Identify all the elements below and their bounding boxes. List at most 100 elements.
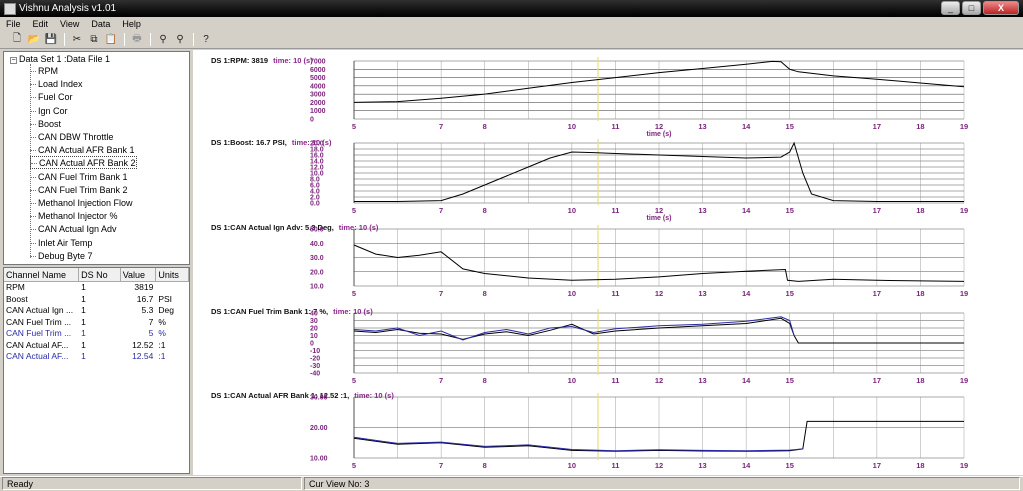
x-tick-label: 19 (960, 376, 968, 385)
y-tick-label: 20 (310, 326, 318, 333)
tree-item[interactable]: Methanol Injector % (30, 209, 118, 222)
col-value[interactable]: Value (121, 268, 157, 281)
channel-tree[interactable]: − Data Set 1 :Data File 1 RPM Load Index Fu… (3, 51, 190, 265)
chart-panel[interactable]: DS 1:CAN Actual Ign Adv: 5.3 Deg, time: 1… (211, 223, 968, 298)
copy-icon[interactable]: ⧉ (86, 33, 102, 47)
col-units[interactable]: Units (156, 268, 190, 281)
maximize-button[interactable]: □ (962, 1, 981, 15)
x-tick-label: 10 (568, 289, 576, 298)
save-icon[interactable]: 💾 (43, 33, 59, 47)
chart-title-text: DS 1:Boost: 16.7 PSI, (211, 138, 287, 147)
x-tick-label: 13 (698, 122, 706, 131)
y-tick-label: 40.0 (310, 241, 324, 248)
x-tick-label: 12 (655, 376, 663, 385)
cut-icon[interactable]: ✂ (69, 33, 85, 47)
menu-edit[interactable]: Edit (27, 19, 55, 29)
tree-item[interactable]: CAN Actual AFR Bank 2 (30, 156, 137, 170)
table-row[interactable]: CAN Actual Ign ... 1 5.3 Deg (4, 305, 189, 317)
x-tick-label: 13 (698, 376, 706, 385)
tree-item[interactable]: Inlet Air Temp (30, 236, 92, 249)
x-tick-label: 10 (568, 122, 576, 131)
tree-item[interactable]: Load Index (30, 77, 83, 90)
close-button[interactable]: X (983, 1, 1019, 15)
x-tick-label: 7 (439, 122, 443, 131)
tree-item[interactable]: Fuel Cor (30, 90, 73, 103)
x-tick-label: 8 (483, 461, 487, 470)
tree-item[interactable]: CAN Fuel Trim Bank 2 (30, 183, 128, 196)
table-row[interactable]: CAN Fuel Trim ... 1 7% (4, 317, 189, 329)
y-tick-label: 0 (310, 341, 314, 348)
collapse-icon[interactable]: − (10, 57, 17, 64)
zoom-in-icon[interactable]: ⚲ (155, 33, 171, 47)
help-icon[interactable]: ? (198, 33, 214, 47)
menu-help[interactable]: Help (116, 19, 147, 29)
chart-panel[interactable]: DS 1:CAN Actual AFR Bank 1: 12.52 :1, tim… (211, 391, 968, 470)
toolbar-separator (124, 33, 125, 46)
x-tick-label: 14 (742, 461, 751, 470)
minimize-button[interactable]: _ (941, 1, 960, 15)
x-tick-label: 8 (483, 289, 487, 298)
x-tick-label: 13 (698, 206, 706, 215)
x-tick-label: 12 (655, 461, 663, 470)
y-tick-label: 10.00 (310, 456, 328, 463)
menu-data[interactable]: Data (85, 19, 116, 29)
x-tick-label: 11 (611, 206, 619, 215)
x-tick-label: 19 (960, 461, 968, 470)
cell-value: 3819 (134, 282, 154, 292)
x-tick-label: 19 (960, 289, 968, 298)
table-row[interactable]: CAN Actual AF... 1 12.52:1 (4, 340, 189, 352)
paste-icon[interactable]: 📋 (103, 33, 119, 47)
toolbar: 🗋 📂 💾 ✂ ⧉ 📋 🖶 ⚲ ⚲ ? (0, 31, 1023, 49)
tree-item[interactable]: Boost (30, 117, 61, 130)
status-bar: Ready Cur View No: 3 (0, 476, 1023, 490)
menu-view[interactable]: View (54, 19, 85, 29)
x-axis-label: time (s) (647, 131, 672, 138)
tree-item[interactable]: CAN Actual AFR Bank 1 (30, 143, 135, 156)
cell-ds: 1 (81, 316, 86, 327)
menu-file[interactable]: File (0, 19, 27, 29)
cell-units: Deg (158, 305, 174, 315)
cell-ds: 1 (81, 293, 86, 304)
open-icon[interactable]: 📂 (26, 33, 42, 47)
tree-item[interactable]: CAN DBW Throttle (30, 130, 113, 143)
tree-root[interactable]: − Data Set 1 :Data File 1 (10, 54, 110, 64)
x-tick-label: 15 (786, 376, 794, 385)
cell-name: CAN Fuel Trim ... (6, 316, 72, 327)
toolbar-separator (150, 33, 151, 46)
channel-value-table: Channel Name DS No Value Units RPM 1 3819 B… (3, 267, 190, 474)
table-row[interactable]: CAN Actual AF... 1 12.54:1 (4, 351, 189, 363)
tree-item[interactable]: RPM (30, 64, 58, 77)
x-tick-label: 5 (352, 461, 356, 470)
chart-panel[interactable]: DS 1:Boost: 16.7 PSI, time: 10 (s)20.018.… (211, 138, 968, 222)
zoom-out-icon[interactable]: ⚲ (172, 33, 188, 47)
x-tick-label: 10 (568, 206, 576, 215)
chart-panel[interactable]: DS 1:RPM: 3819 time: 10 (s)70006000500040… (211, 56, 968, 138)
x-tick-label: 11 (611, 122, 619, 131)
table-row[interactable]: RPM 1 3819 (4, 282, 189, 294)
x-tick-label: 12 (655, 122, 663, 131)
charts-svg[interactable]: DS 1:RPM: 3819 time: 10 (s)70006000500040… (193, 50, 1023, 475)
new-icon[interactable]: 🗋 (9, 33, 25, 47)
tree-item[interactable]: Debug Byte 7 (30, 249, 93, 262)
y-tick-label: 50.0 (310, 227, 324, 234)
x-tick-label: 18 (916, 376, 924, 385)
table-row[interactable]: CAN Fuel Trim ... 1 5% (4, 328, 189, 340)
y-tick-label: 10.0 (310, 284, 324, 291)
chart-panel[interactable]: DS 1:CAN Fuel Trim Bank 1: 7 %, time: 10 … (211, 307, 968, 385)
tree-item[interactable]: Methanol Injection Flow (30, 196, 133, 209)
tree-item[interactable]: CAN Fuel Trim Bank 1 (30, 170, 128, 183)
table-row[interactable]: Boost 1 16.7 PSI (4, 294, 189, 306)
cell-name: CAN Actual Ign ... (6, 305, 74, 315)
graph-area[interactable]: DS 1:RPM: 3819 time: 10 (s) 7000 6000 5000 40… (193, 50, 1023, 475)
col-channel-name[interactable]: Channel Name (4, 268, 80, 281)
tree-item[interactable]: CAN Actual Ign Adv (30, 222, 117, 235)
print-icon[interactable]: 🖶 (129, 33, 145, 47)
col-ds-no[interactable]: DS No (79, 268, 121, 281)
series-line (353, 436, 803, 452)
y-tick-label: -30 (310, 363, 320, 370)
status-view: Cur View No: 3 (304, 477, 1020, 490)
tree-item[interactable]: Ign Cor (30, 104, 68, 117)
x-tick-label: 11 (611, 461, 619, 470)
x-tick-label: 12 (655, 289, 663, 298)
menu-bar: File Edit View Data Help (0, 17, 1023, 31)
